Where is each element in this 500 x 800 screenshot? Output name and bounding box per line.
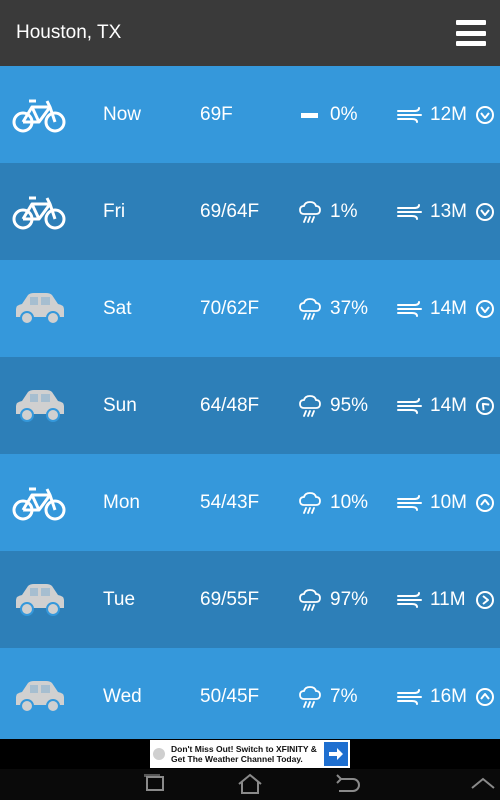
wind-direction-up-icon — [476, 687, 494, 706]
wind-icon — [397, 494, 422, 511]
forecast-row-sun[interactable]: Sun 64/48F 95% 14M — [0, 357, 500, 454]
back-icon[interactable] — [333, 773, 361, 795]
rain-cloud-icon — [299, 685, 321, 708]
arrow-right-icon[interactable] — [324, 742, 348, 766]
wind-icon — [397, 688, 422, 705]
wind-icon — [397, 397, 422, 414]
home-icon[interactable] — [236, 773, 264, 795]
precip-chance: 1% — [330, 200, 358, 222]
day-label: Mon — [103, 491, 140, 513]
wind-icon — [397, 591, 422, 608]
forecast-row-now[interactable]: Now 69F 0% 12M — [0, 66, 500, 163]
wind-speed: 13M — [430, 200, 467, 222]
temperature-value: 70/62F — [200, 297, 260, 319]
ad-text: Don't Miss Out! Switch to XFINITY & Get … — [171, 744, 324, 764]
car-icon — [16, 292, 64, 325]
car-icon — [16, 583, 64, 616]
location-title: Houston, TX — [16, 22, 122, 43]
temperature-value: 69/55F — [200, 588, 260, 610]
rain-cloud-icon — [299, 297, 321, 320]
wind-speed: 10M — [430, 491, 467, 513]
day-label: Tue — [103, 588, 136, 610]
forecast-row-wed[interactable]: Wed 50/45F 7% 16M — [0, 648, 500, 745]
ad-info-icon[interactable] — [153, 748, 165, 760]
app-header: Houston, TX — [0, 0, 500, 66]
wind-direction-right-icon — [476, 590, 494, 609]
bicycle-icon — [12, 487, 66, 520]
precip-chance: 7% — [330, 685, 358, 707]
temperature-value: 69F — [200, 103, 233, 125]
temperature-value: 50/45F — [200, 685, 260, 707]
forecast-row-sat[interactable]: Sat 70/62F 37% 14M — [0, 260, 500, 357]
wind-direction-down-icon — [476, 202, 494, 221]
wind-speed: 14M — [430, 297, 467, 319]
ad-banner[interactable]: Don't Miss Out! Switch to XFINITY & Get … — [150, 740, 350, 768]
wind-direction-down-icon — [476, 105, 494, 124]
day-label: Sat — [103, 297, 132, 319]
forecast-row-mon[interactable]: Mon 54/43F 10% 10M — [0, 454, 500, 551]
day-label: Fri — [103, 200, 126, 222]
forecast-list: Now 69F 0% 12M Fri 69/64F 1% 13M Sat 70/… — [0, 66, 500, 745]
forecast-row-tue[interactable]: Tue 69/55F 97% 11M — [0, 551, 500, 648]
wind-direction-up-icon — [476, 493, 494, 512]
ad-line-2: Get The Weather Channel Today. — [171, 754, 303, 764]
precip-chance: 10% — [330, 491, 369, 513]
wind-speed: 11M — [430, 588, 466, 610]
collapse-icon[interactable] — [470, 773, 496, 795]
precip-chance: 37% — [330, 297, 369, 319]
wind-icon — [397, 203, 422, 220]
recent-apps-icon[interactable] — [143, 773, 167, 795]
ad-banner-bar: Don't Miss Out! Switch to XFINITY & Get … — [0, 739, 500, 769]
precip-chance: 97% — [330, 588, 369, 610]
rain-cloud-icon — [299, 200, 321, 223]
ad-line-1: Don't Miss Out! Switch to XFINITY & — [171, 744, 317, 754]
system-nav-bar — [0, 769, 500, 800]
dash-icon — [301, 112, 318, 118]
forecast-row-fri[interactable]: Fri 69/64F 1% 13M — [0, 163, 500, 260]
temperature-value: 54/43F — [200, 491, 260, 513]
day-label: Now — [103, 103, 142, 125]
day-label: Sun — [103, 394, 137, 416]
precip-chance: 95% — [330, 394, 369, 416]
bicycle-icon — [12, 196, 66, 229]
rain-cloud-icon — [299, 394, 321, 417]
wind-direction-up-left-icon — [476, 396, 494, 415]
wind-speed: 12M — [430, 103, 467, 125]
car-icon — [16, 680, 64, 713]
bicycle-icon — [12, 99, 66, 132]
temperature-value: 69/64F — [200, 200, 260, 222]
wind-speed: 16M — [430, 685, 467, 707]
wind-speed: 14M — [430, 394, 467, 416]
wind-icon — [397, 106, 422, 123]
precip-chance: 0% — [330, 103, 358, 125]
wind-icon — [397, 300, 422, 317]
car-icon — [16, 389, 64, 422]
wind-direction-down-icon — [476, 299, 494, 318]
day-label: Wed — [103, 685, 142, 707]
app-window: Houston, TX Now 69F 0% 12M Fri 69/64F 1%… — [0, 0, 500, 800]
rain-cloud-icon — [299, 491, 321, 514]
hamburger-menu-icon[interactable] — [456, 20, 486, 46]
temperature-value: 64/48F — [200, 394, 260, 416]
rain-cloud-icon — [299, 588, 321, 611]
